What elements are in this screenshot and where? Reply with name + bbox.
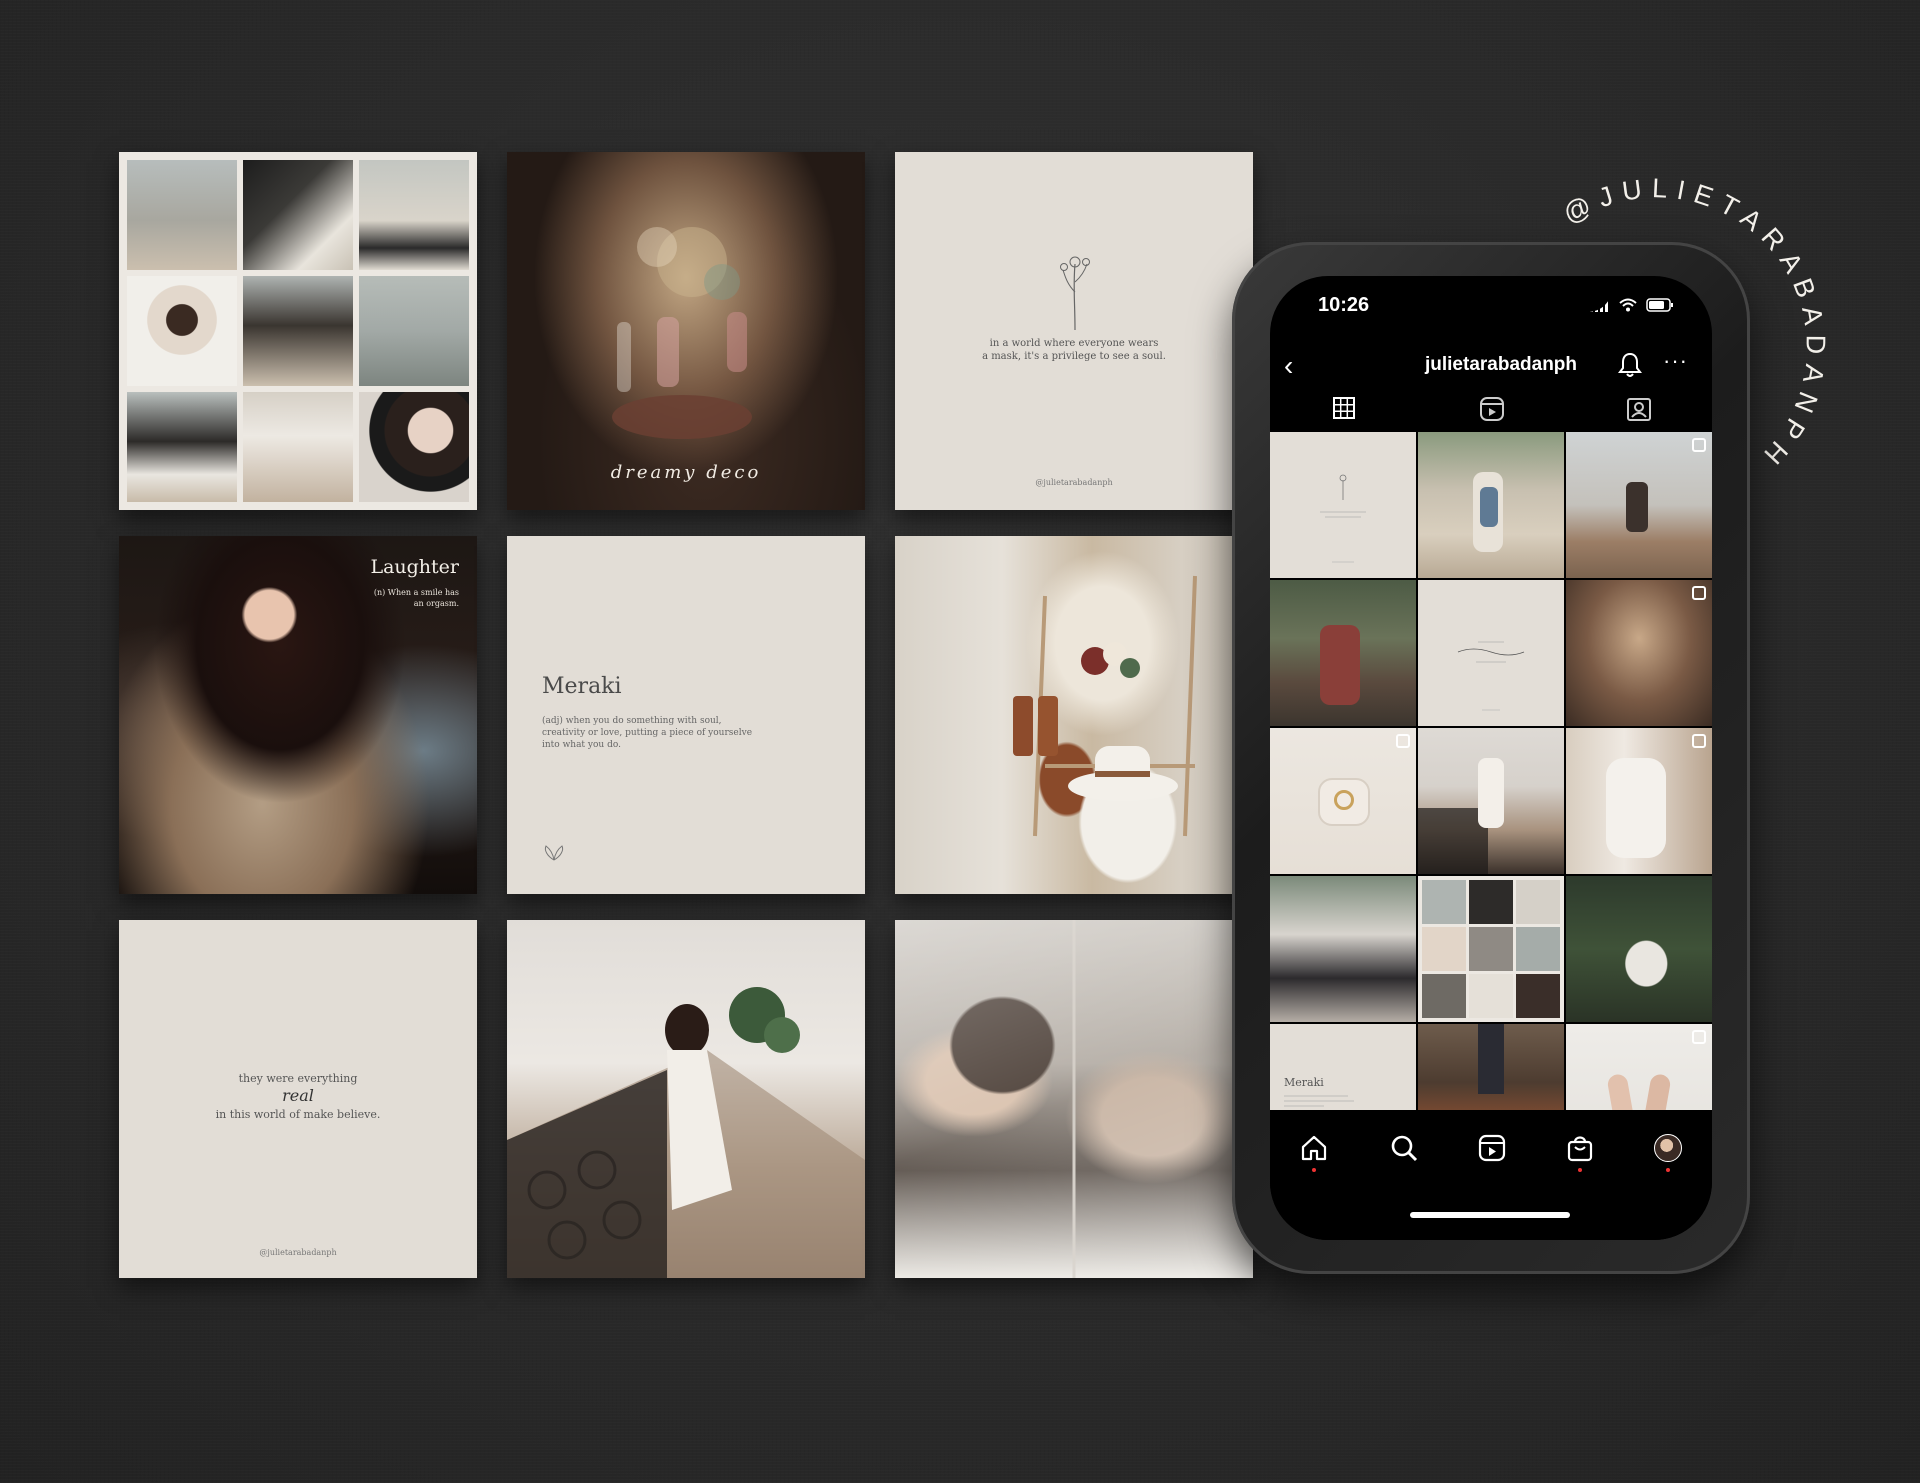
collage-photo	[359, 392, 469, 502]
quote2-handle: @julietarabadanph	[259, 1248, 337, 1257]
bell-icon[interactable]	[1618, 352, 1642, 378]
home-notification-dot	[1312, 1168, 1316, 1172]
profile-tabs	[1270, 392, 1712, 432]
bottom-nav	[1270, 1110, 1712, 1240]
tagged-icon[interactable]	[1626, 396, 1652, 422]
laughter-title: Laughter	[370, 556, 459, 578]
multi-post-icon	[1692, 1030, 1706, 1044]
grid-icon[interactable]	[1332, 396, 1356, 420]
tile-quote-real: they were everything real in this world …	[119, 920, 477, 1278]
collage-photo	[127, 392, 237, 502]
laughter-def-1: (n) When a smile has	[373, 588, 459, 597]
veil-overlay	[895, 920, 1253, 1278]
home-indicator[interactable]	[1410, 1212, 1570, 1218]
table-decor-illustration	[612, 227, 752, 439]
wifi-icon	[1619, 298, 1637, 312]
tile-couple-veil	[895, 920, 1253, 1278]
phone-notch	[1370, 276, 1612, 312]
meraki-def-1: (adj) when you do something with soul,	[542, 716, 722, 726]
tile-bride-stairs	[507, 920, 865, 1278]
leaf-logo-icon	[544, 845, 564, 861]
tile-boots-chair	[895, 536, 1253, 894]
multi-post-icon	[1692, 438, 1706, 452]
meraki-def-3: into what you do.	[542, 740, 621, 750]
feed-post[interactable]	[1566, 728, 1712, 874]
multi-post-icon	[1396, 734, 1410, 748]
quote2-line-2: in this world of make believe.	[215, 1108, 381, 1121]
feed-post[interactable]	[1566, 432, 1712, 578]
quote2-script: real	[282, 1086, 314, 1105]
feed-post[interactable]	[1270, 432, 1416, 578]
tile-quote-mask: in a world where everyone wears a mask, …	[895, 152, 1253, 510]
feed-post[interactable]	[1270, 580, 1416, 726]
profile-notification-dot	[1666, 1168, 1670, 1172]
feed-post[interactable]	[1270, 728, 1416, 874]
dreamy-deco-caption: dreamy deco	[610, 462, 762, 483]
collage-photo	[359, 160, 469, 270]
feed-post[interactable]	[1566, 580, 1712, 726]
quote-lines-icon	[1457, 641, 1525, 711]
flower-sketch-icon	[1320, 474, 1366, 563]
shop-notification-dot	[1578, 1168, 1582, 1172]
more-icon[interactable]: ···	[1663, 348, 1688, 374]
home-icon[interactable]	[1300, 1134, 1328, 1162]
collage-photo	[243, 276, 353, 386]
quote-handle: @julietarabadanph	[1035, 478, 1113, 487]
feed-post[interactable]	[1418, 876, 1564, 1022]
meraki-def-2: creativity or love, putting a piece of y…	[542, 728, 753, 738]
battery-icon	[1646, 298, 1673, 312]
flower-sketch-icon	[1060, 256, 1090, 331]
quote2-line-1: they were everything	[238, 1072, 358, 1085]
tile-meraki: Meraki (adj) when you do something with …	[507, 536, 865, 894]
tile-dreamy-deco: dreamy deco	[507, 152, 865, 510]
collage-photo	[127, 160, 237, 270]
phone-screen: 10:26 ‹ julietarabadanph ··· Meraki	[1270, 276, 1712, 1240]
phone-mockup: 10:26 ‹ julietarabadanph ··· Meraki	[1232, 242, 1750, 1274]
shop-icon[interactable]	[1566, 1134, 1594, 1162]
collage-photo	[243, 392, 353, 502]
profile-feed-grid: Meraki	[1270, 432, 1712, 1170]
feed-post[interactable]	[1418, 432, 1564, 578]
chair-illustration	[1013, 575, 1197, 837]
laughter-def-2: an orgasm.	[413, 599, 459, 608]
feed-post[interactable]	[1270, 876, 1416, 1022]
collage-photo	[243, 160, 353, 270]
stairs-illustration	[507, 987, 865, 1278]
feed-post[interactable]	[1418, 580, 1564, 726]
multi-post-icon	[1692, 734, 1706, 748]
tile-laughter: Laughter (n) When a smile has an orgasm.	[119, 536, 477, 894]
search-icon[interactable]	[1390, 1134, 1418, 1162]
collage-photo	[127, 276, 237, 386]
status-time: 10:26	[1318, 294, 1370, 316]
feed-post[interactable]	[1418, 728, 1564, 874]
meraki-title: Meraki	[542, 674, 622, 699]
profile-header: ‹ julietarabadanph ···	[1270, 346, 1712, 386]
profile-username: julietarabadanph	[1424, 354, 1578, 375]
tile-beach-collage	[119, 152, 477, 510]
reels-icon[interactable]	[1479, 396, 1505, 422]
multi-post-icon	[1692, 586, 1706, 600]
avatar[interactable]	[1654, 1134, 1682, 1162]
quote-line-1: in a world where everyone wears	[989, 338, 1159, 349]
reels-nav-icon[interactable]	[1478, 1134, 1506, 1162]
quote-line-2: a mask, it's a privilege to see a soul.	[982, 351, 1166, 362]
feed-post[interactable]	[1566, 876, 1712, 1022]
collage-photo	[359, 276, 469, 386]
